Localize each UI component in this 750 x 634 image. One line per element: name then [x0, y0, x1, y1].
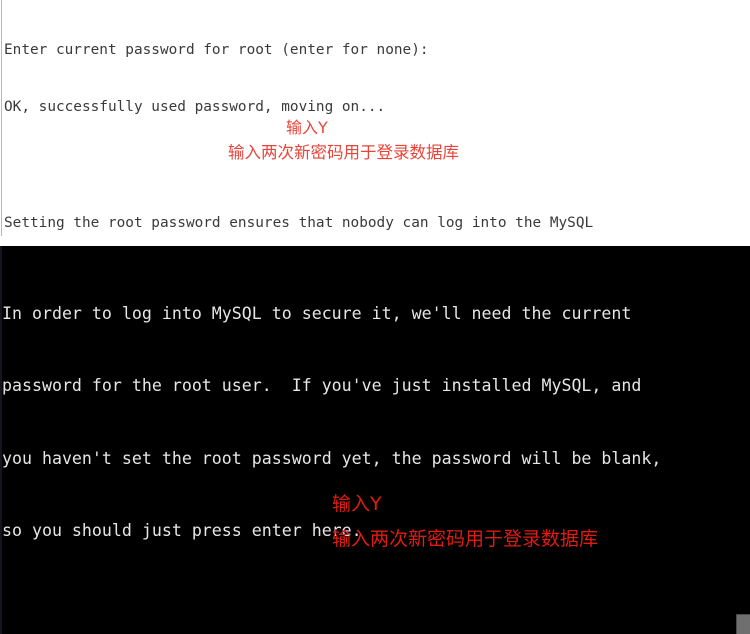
pane-left-rule [1, 0, 2, 236]
terminal-line: Setting the root password ensures that n… [4, 215, 594, 232]
annotation-enter-y-dark: 输入Y [332, 493, 382, 515]
scrollbar-thumb[interactable] [736, 614, 750, 634]
annotation-enter-password-twice-dark: 输入两次新密码用于登录数据库 [332, 528, 599, 550]
terminal-line: you haven't set the root password yet, t… [2, 448, 662, 468]
light-terminal-output: Enter current password for root (enter f… [4, 2, 748, 246]
dark-terminal-pane: In order to log into MySQL to secure it,… [0, 246, 750, 634]
terminal-line: In order to log into MySQL to secure it,… [2, 304, 632, 324]
terminal-line: password for the root user. If you've ju… [2, 376, 642, 396]
terminal-line: OK, successfully used password, moving o… [4, 99, 386, 116]
dark-terminal-output: In order to log into MySQL to secure it,… [2, 254, 750, 634]
annotation-enter-y-light: 输入Y [286, 118, 328, 137]
screenshot-root: Enter current password for root (enter f… [0, 0, 750, 634]
annotation-enter-password-twice-light: 输入两次新密码用于登录数据库 [228, 143, 459, 162]
terminal-line: Enter current password for root (enter f… [4, 41, 429, 58]
light-terminal-pane: Enter current password for root (enter f… [0, 0, 750, 246]
